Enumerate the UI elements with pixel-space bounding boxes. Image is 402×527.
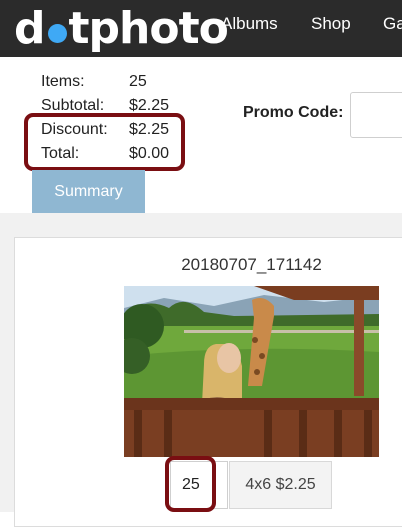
promo-code-label: Promo Code: [243, 104, 344, 121]
top-navbar: d tphoto Albums Shop Ga [0, 0, 402, 57]
nav-link-albums[interactable]: Albums [221, 0, 278, 50]
quantity-highlight [165, 456, 216, 512]
photo-title: 20180707_171142 [181, 255, 322, 274]
photo-image [124, 286, 379, 457]
summary-button[interactable]: Summary [32, 170, 145, 214]
logo-letter-d: d [14, 2, 45, 54]
promo-code-input[interactable] [350, 92, 402, 138]
nav-link-gallery[interactable]: Ga [383, 0, 402, 50]
nav-link-shop[interactable]: Shop [311, 0, 351, 50]
items-value: 25 [129, 73, 147, 90]
dotphoto-logo[interactable]: d tphoto [14, 0, 229, 57]
logo-text: tphoto [68, 2, 229, 54]
logo-dot-icon [47, 24, 67, 43]
print-size-option[interactable]: 4x6 $2.25 [229, 461, 332, 509]
discount-total-highlight [24, 113, 185, 171]
photo-thumbnail[interactable] [124, 286, 379, 457]
items-label: Items: [41, 73, 85, 90]
